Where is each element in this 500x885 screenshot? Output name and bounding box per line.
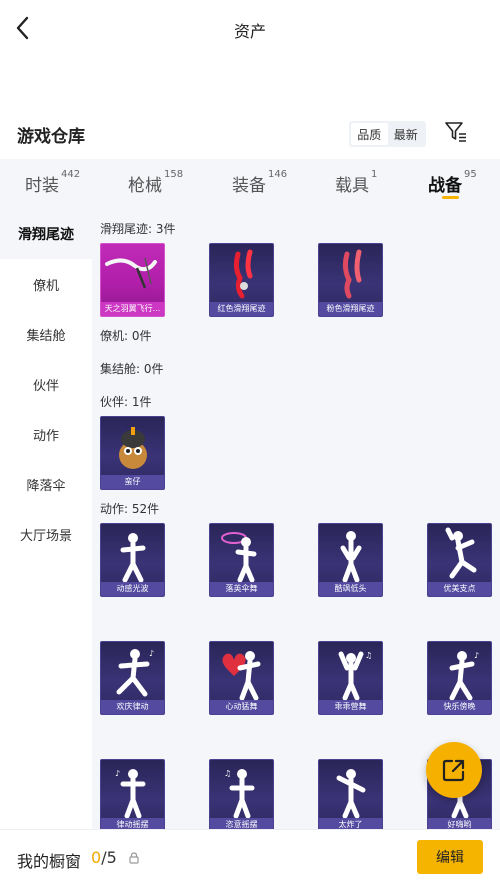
item-card[interactable]: 粉色滑翔尾迹 (318, 243, 383, 317)
tab-count: 158 (164, 169, 184, 180)
share-button[interactable] (426, 742, 482, 798)
item-label: 蛮仔 (101, 475, 164, 489)
share-export-icon (442, 759, 465, 782)
sort-toggle: 品质 最新 (349, 121, 426, 147)
dancer-icon: ♪ (115, 769, 146, 819)
filter-icon (445, 122, 466, 142)
showcase-total: /5 (101, 848, 117, 867)
showcase-label: 我的橱窗 (17, 852, 82, 871)
top-bar: 资产 (0, 0, 500, 58)
lock-icon (129, 852, 139, 864)
tab-label: 载具 (335, 176, 369, 196)
tab-label: 战备 (428, 176, 462, 196)
tab-label: 装备 (232, 176, 266, 196)
edit-button[interactable]: 编辑 (417, 840, 483, 874)
item-label: 恣意摇摆 (210, 818, 273, 829)
item-card[interactable]: 酷飒低头 (318, 523, 383, 597)
item-card[interactable]: ♪ 律动摇摆 (100, 759, 165, 829)
red-trail-icon (233, 249, 253, 299)
item-label: 好嗨哟 (428, 818, 491, 829)
item-card[interactable]: ♪ 快乐傍晚 (427, 641, 492, 715)
dancer-umbrella-icon (221, 532, 257, 583)
item-grid-panel: 滑翔尾迹: 3件 天之羽翼飞行... 红色滑翔尾迹 粉色滑翔尾迹 僚机: 0件 … (92, 209, 500, 829)
tab-battle-prep[interactable]: 战备95 (428, 169, 477, 196)
item-label: 心动猛舞 (210, 700, 273, 714)
section-label-capsule: 集结舱: 0件 (100, 362, 164, 376)
item-label: 天之羽翼飞行... (101, 302, 164, 316)
tab-fashion[interactable]: 时装442 (25, 169, 81, 196)
dancer-icon (120, 533, 146, 583)
tab-label: 时装 (25, 176, 59, 196)
tab-vehicles[interactable]: 载具1 (335, 169, 378, 196)
tab-count: 146 (268, 169, 288, 180)
tab-equipment[interactable]: 装备146 (232, 169, 288, 196)
active-tab-indicator (442, 196, 459, 199)
item-card[interactable]: 蛮仔 (100, 416, 165, 490)
category-tabs: 时装442 枪械158 装备146 载具1 战备95 (0, 159, 500, 209)
showcase-count: 0/5 (91, 848, 117, 867)
wing-trail-icon (105, 257, 157, 289)
tab-label: 枪械 (128, 176, 162, 196)
item-card[interactable]: ♪ 欢庆律动 (100, 641, 165, 715)
section-label-glide: 滑翔尾迹: 3件 (100, 222, 176, 236)
item-label: 落英伞舞 (210, 582, 273, 596)
item-label: 优美支点 (428, 582, 491, 596)
sidebar-item-capsule[interactable]: 集结舱 (0, 309, 92, 359)
dancer-icon (340, 531, 362, 583)
item-label: 酷飒低头 (319, 582, 382, 596)
dancer-icon: ♪ (116, 649, 154, 697)
section-label-partner: 伙伴: 1件 (100, 395, 152, 409)
partner-character-icon (119, 427, 147, 469)
item-card[interactable]: 天之羽翼飞行... (100, 243, 165, 317)
item-label: 红色滑翔尾迹 (210, 302, 273, 316)
item-card[interactable]: 动感光波 (100, 523, 165, 597)
sidebar-item-glide-trail[interactable]: 滑翔尾迹 (0, 209, 92, 259)
page-title: 资产 (233, 22, 266, 41)
dancer-icon: ♪ (449, 651, 479, 701)
item-label: 快乐傍晚 (428, 700, 491, 714)
filter-button[interactable] (444, 121, 468, 143)
item-card[interactable]: 落英伞舞 (209, 523, 274, 597)
item-card[interactable]: ♫ 恣意摇摆 (209, 759, 274, 829)
svg-text:♫: ♫ (365, 651, 372, 660)
tab-weapons[interactable]: 枪械158 (128, 169, 184, 196)
section-label-wingman: 僚机: 0件 (100, 329, 152, 343)
showcase-current: 0 (91, 848, 102, 867)
pink-trail-icon (342, 249, 362, 299)
warehouse-title: 游戏仓库 (17, 127, 85, 147)
item-label: 欢庆律动 (101, 700, 164, 714)
sort-quality-option[interactable]: 品质 (351, 123, 388, 145)
dancer-icon (445, 527, 477, 579)
item-card[interactable]: ♫ 乖乖营舞 (318, 641, 383, 715)
svg-text:♪: ♪ (149, 649, 154, 658)
dancer-heart-icon (222, 651, 261, 701)
sidebar-item-emote[interactable]: 动作 (0, 409, 92, 459)
bottom-bar: 我的橱窗 0/5 编辑 (0, 829, 500, 885)
svg-text:♪: ♪ (115, 769, 120, 778)
item-card[interactable]: 红色滑翔尾迹 (209, 243, 274, 317)
svg-text:♫: ♫ (224, 769, 231, 778)
dancer-icon: ♫ (338, 651, 372, 701)
item-label: 律动摇摆 (101, 818, 164, 829)
sidebar-item-parachute[interactable]: 降落伞 (0, 459, 92, 509)
tab-count: 95 (464, 169, 477, 180)
sidebar-item-wingman[interactable]: 僚机 (0, 259, 92, 309)
item-label: 太炸了 (319, 818, 382, 829)
item-card[interactable]: 太炸了 (318, 759, 383, 829)
sidebar: 滑翔尾迹 僚机 集结舱 伙伴 动作 降落伞 大厅场景 (0, 209, 92, 829)
section-label-emote: 动作: 52件 (100, 502, 160, 516)
item-card[interactable]: 心动猛舞 (209, 641, 274, 715)
item-card[interactable]: 优美支点 (427, 523, 492, 597)
dancer-icon: ♫ (224, 769, 255, 819)
tab-count: 442 (61, 169, 81, 180)
sort-newest-option[interactable]: 最新 (388, 123, 425, 145)
item-label: 乖乖营舞 (319, 700, 382, 714)
tab-count: 1 (371, 169, 378, 180)
dancer-icon (336, 769, 366, 819)
svg-text:♪: ♪ (474, 651, 479, 660)
sidebar-item-partner[interactable]: 伙伴 (0, 359, 92, 409)
item-label: 粉色滑翔尾迹 (319, 302, 382, 316)
sidebar-item-lobby-scene[interactable]: 大厅场景 (0, 509, 92, 559)
item-label: 动感光波 (101, 582, 164, 596)
